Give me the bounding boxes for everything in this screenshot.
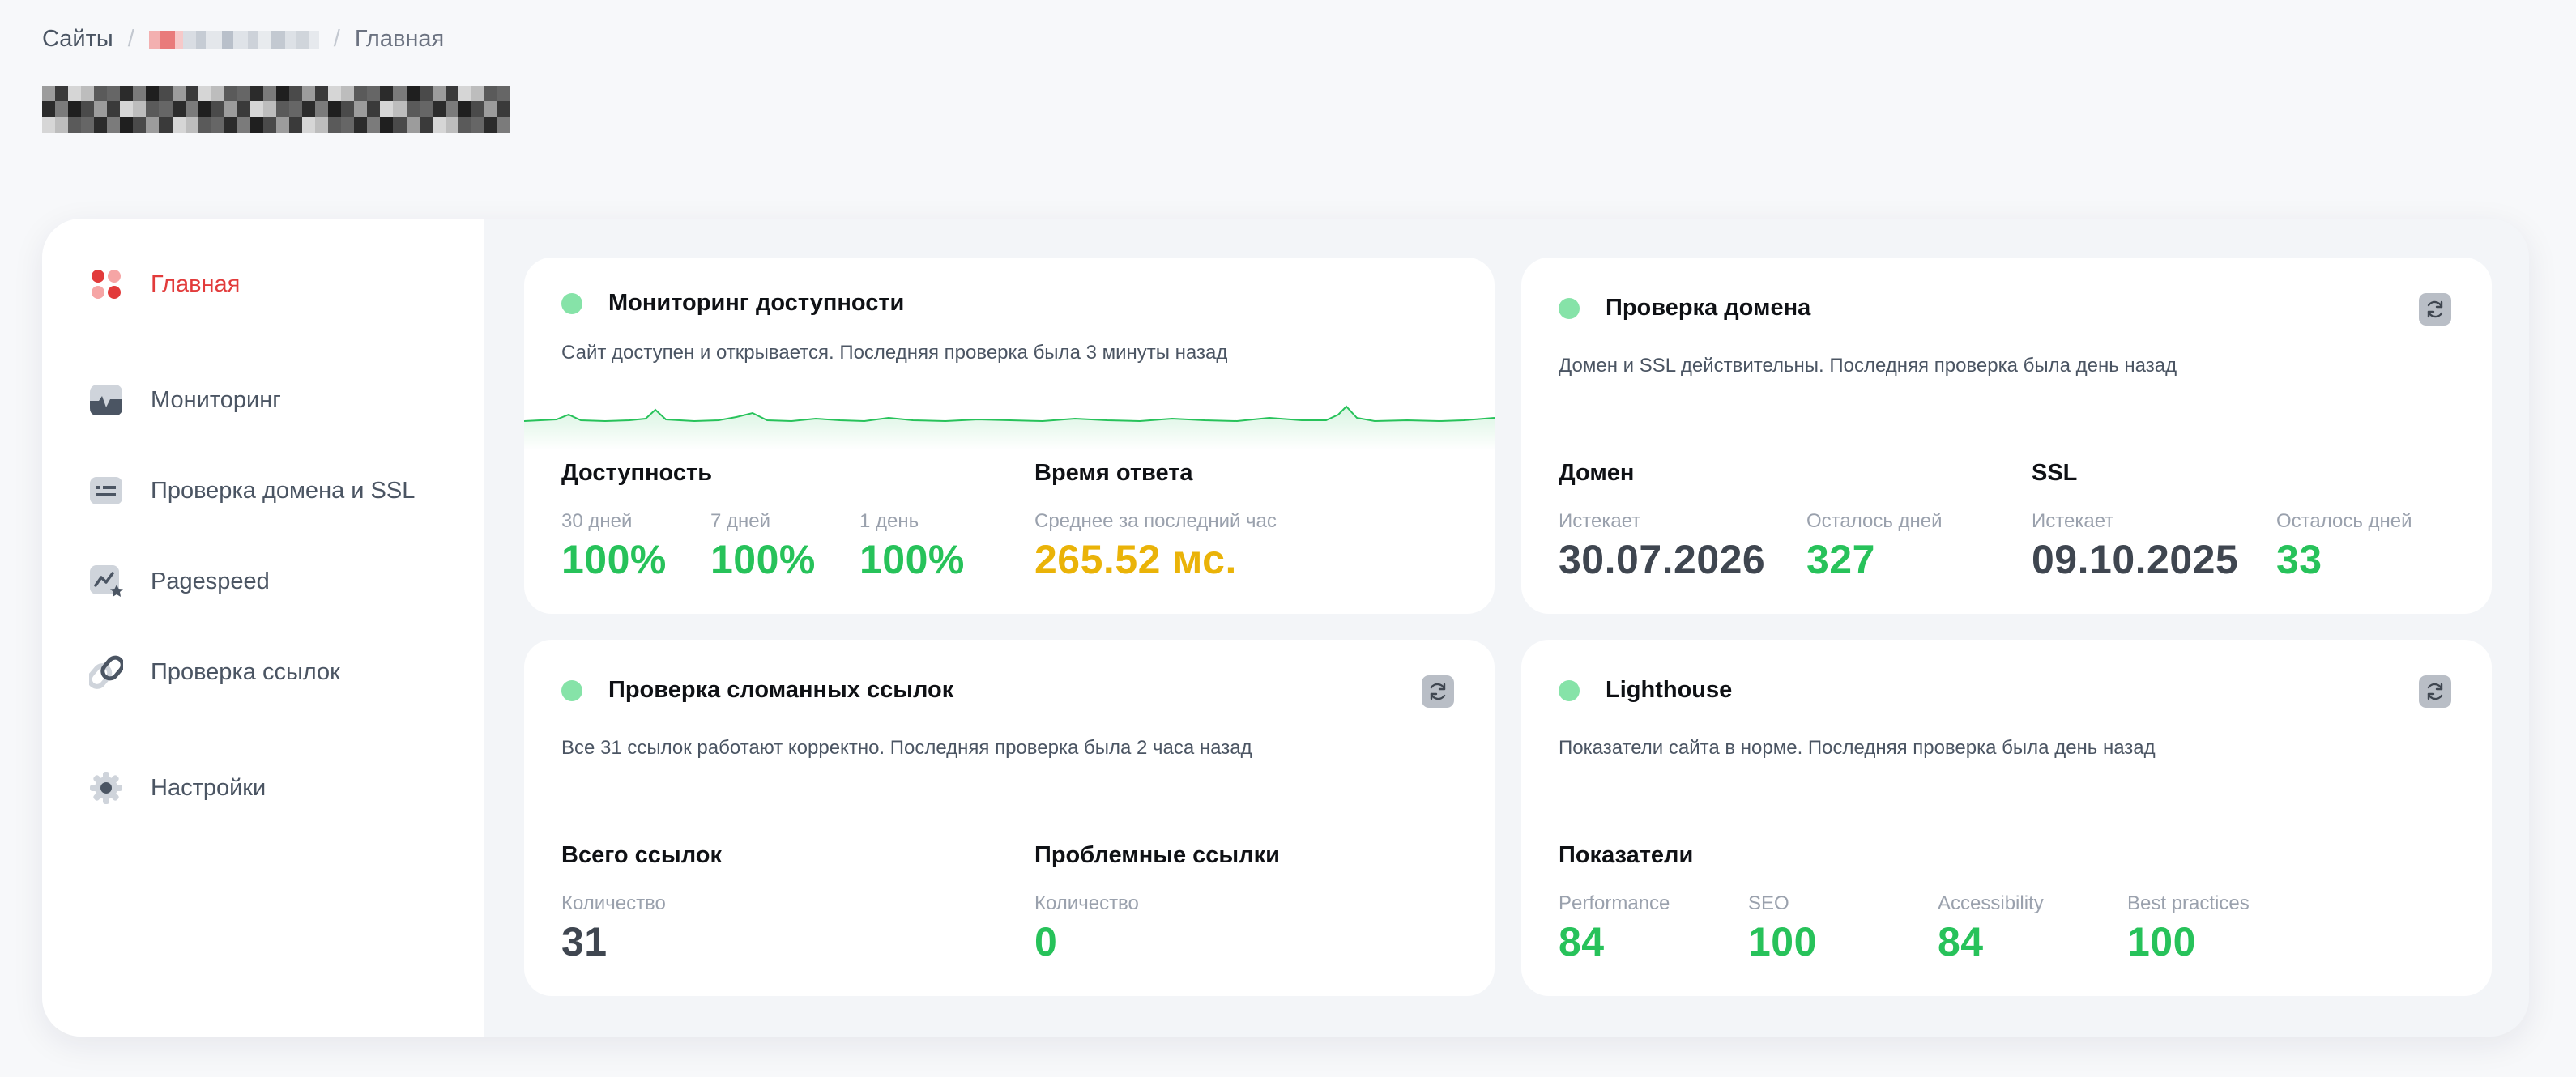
refresh-button[interactable] [2419,293,2451,326]
sidebar-item-settings[interactable]: Настройки [89,771,266,805]
link-icon [87,655,125,689]
ssl-heading: SSL [2032,460,2078,486]
sidebar-item-label: Главная [151,270,241,297]
uptime-sparkline [524,405,1495,450]
status-dot [561,293,582,314]
lighthouse-card: Lighthouse Показатели сайта в норме. Пос… [1521,640,2492,996]
broken-links-card: Проверка сломанных ссылок Все 31 ссылок … [524,640,1495,996]
sidebar-item-pagespeed[interactable]: Pagespeed [89,564,270,598]
sidebar-item-home[interactable]: Главная [89,267,240,301]
breadcrumb-separator: / [333,26,340,52]
metric-label: Accessibility [1938,892,2044,914]
total-links-label: Количество [561,892,666,914]
metric-label: SEO [1748,892,1789,914]
period-label: 30 дней [561,510,633,532]
sidebar-item-label: Мониторинг [151,386,281,413]
refresh-icon [1430,683,1446,700]
card-title: Проверка домена [1606,295,1811,321]
domain-days-value: 327 [1806,537,1875,582]
response-label: Среднее за последний час [1034,510,1277,532]
site-title-redacted [42,86,510,133]
period-label: 7 дней [710,510,771,532]
response-heading: Время ответа [1034,460,1193,486]
metric-value: 84 [1938,919,1984,964]
card-description: Сайт доступен и открывается. Последняя п… [561,342,1228,364]
ssl-days-value: 33 [2276,537,2322,582]
metric-label: Best practices [2127,892,2250,914]
broken-links-label: Количество [1034,892,1139,914]
refresh-button[interactable] [1422,675,1454,708]
main-panel: Главная Мониторинг Проверка домена и SSL… [42,219,2529,1037]
sidebar-item-label: Проверка домена и SSL [151,477,416,504]
ssl-days-label: Осталось дней [2276,510,2412,532]
period-value: 100% [710,537,816,582]
total-links-heading: Всего ссылок [561,842,722,868]
card-description: Все 31 ссылок работают корректно. Послед… [561,737,1252,759]
status-dot [1559,298,1580,319]
refresh-button[interactable] [2419,675,2451,708]
dashboard-icon [89,267,123,301]
card-title: Мониторинг доступности [608,290,905,316]
breadcrumb-site-link[interactable] [148,28,319,52]
domain-card: Проверка домена Домен и SSL действительн… [1521,258,2492,614]
sidebar-item-links[interactable]: Проверка ссылок [87,655,340,689]
ssl-expires-label: Истекает [2032,510,2114,532]
gear-icon [89,771,123,805]
uptime-card: Мониторинг доступности Сайт доступен и о… [524,258,1495,614]
availability-heading: Доступность [561,460,713,486]
period-value: 100% [561,537,667,582]
sidebar-item-domain-ssl[interactable]: Проверка домена и SSL [89,474,415,508]
domain-icon [89,474,123,508]
status-dot [561,680,582,701]
sidebar-item-label: Настройки [151,774,267,801]
domain-heading: Домен [1559,460,1635,486]
card-description: Домен и SSL действительны. Последняя про… [1559,355,2177,377]
sidebar-item-label: Pagespeed [151,568,270,594]
period-label: 1 день [859,510,919,532]
refresh-icon [2427,300,2443,318]
breadcrumb-current: Главная [354,26,445,52]
ssl-expires-value: 09.10.2025 [2032,537,2239,582]
broken-links-heading: Проблемные ссылки [1034,842,1280,868]
broken-links-value: 0 [1034,919,1058,964]
card-title: Lighthouse [1606,677,1733,703]
sidebar-item-label: Проверка ссылок [151,658,340,685]
card-description: Показатели сайта в норме. Последняя пров… [1559,737,2156,759]
sidebar: Главная Мониторинг Проверка домена и SSL… [42,219,484,1037]
status-dot [1559,680,1580,701]
domain-expires-value: 30.07.2026 [1559,537,1766,582]
metric-value: 84 [1559,919,1605,964]
metric-label: Performance [1559,892,1670,914]
breadcrumb-root-link[interactable]: Сайты [42,26,113,53]
pagespeed-icon [89,564,123,598]
metric-value: 100 [2127,919,2196,964]
domain-expires-label: Истекает [1559,510,1641,532]
metric-value: 100 [1748,919,1817,964]
refresh-icon [2427,683,2443,700]
total-links-value: 31 [561,919,608,964]
breadcrumb: Сайты / / Главная [42,26,444,53]
domain-days-label: Осталось дней [1806,510,1943,532]
metrics-heading: Показатели [1559,842,1694,868]
response-value: 265.52 мс. [1034,537,1237,582]
monitor-icon [89,383,123,417]
period-value: 100% [859,537,965,582]
breadcrumb-separator: / [127,26,134,52]
card-title: Проверка сломанных ссылок [608,677,954,703]
sidebar-item-monitoring[interactable]: Мониторинг [89,383,281,417]
